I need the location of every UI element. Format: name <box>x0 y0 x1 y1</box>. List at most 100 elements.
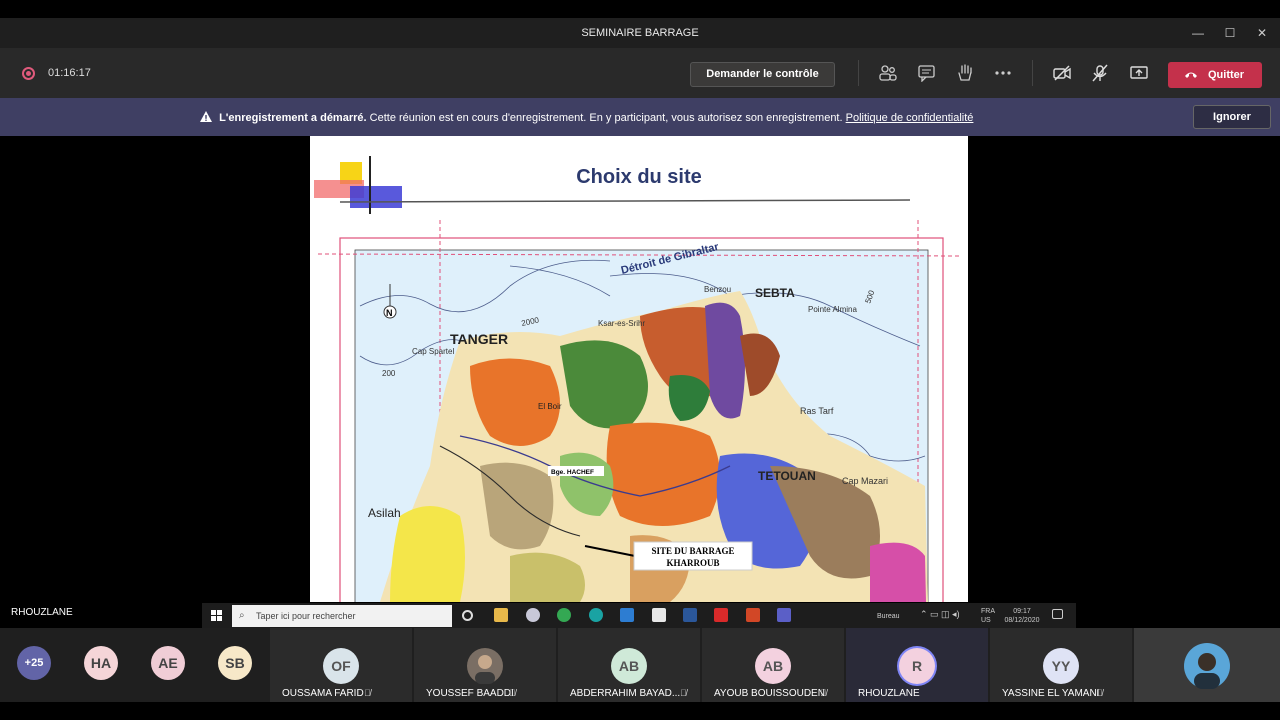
label-asilah: Asilah <box>368 506 401 520</box>
search-icon: ⌕ <box>239 610 245 621</box>
banner-title: L'enregistrement a démarré. <box>219 112 367 124</box>
window-title-bar: SEMINAIRE BARRAGE — ☐ ✕ <box>0 18 1280 48</box>
camera-off-icon[interactable] <box>1052 64 1072 82</box>
site-callout-line2: KHARROUB <box>666 558 719 568</box>
windows-start-icon <box>211 610 222 621</box>
label-benzou: Benzou <box>704 285 731 294</box>
participant-name: OUSSAMA FARID <box>282 688 364 699</box>
participant-tile-active[interactable]: R RHOUZLANE <box>846 628 988 702</box>
label-sebta: SEBTA <box>755 286 795 300</box>
self-view-tile[interactable] <box>1134 628 1280 702</box>
leave-button[interactable]: Quitter <box>1168 62 1262 88</box>
minimize-icon[interactable]: — <box>1188 24 1208 42</box>
participant-avatar: AB <box>611 648 647 684</box>
logo-square-blue <box>350 186 402 208</box>
mic-muted-icon: 🎙̸ <box>364 688 371 698</box>
share-screen-icon[interactable] <box>1129 64 1149 82</box>
participant-name: YOUSSEF BAADDI <box>426 688 514 699</box>
participant-avatar: OF <box>323 648 359 684</box>
close-icon[interactable]: ✕ <box>1252 24 1272 42</box>
meeting-toolbar: 01:16:17 Demander le contrôle Quitter <box>0 48 1280 98</box>
label-cap-mazari: Cap Mazari <box>842 476 888 486</box>
site-callout-line1: SITE DU BARRAGE <box>651 546 734 556</box>
cortana-icon <box>462 610 473 621</box>
label-tetouan: TETOUAN <box>758 469 816 483</box>
acrobat-icon <box>714 608 728 622</box>
chrome-icon <box>557 608 571 622</box>
warning-icon <box>200 111 212 122</box>
mic-off-icon[interactable] <box>1090 64 1110 82</box>
word-icon <box>683 608 697 622</box>
more-options-icon[interactable] <box>993 64 1013 82</box>
hang-up-icon <box>1185 72 1197 78</box>
request-control-button[interactable]: Demander le contrôle <box>690 62 835 87</box>
participant-avatar: R <box>899 648 935 684</box>
participant-avatar-ha[interactable]: HA <box>84 646 118 680</box>
mic-muted-icon: 🎙̸ <box>509 688 516 698</box>
participants-icon[interactable] <box>878 64 898 82</box>
geological-map: N Détroit de Gibraltar SEBTA TANGER TETO… <box>314 156 961 602</box>
banner-text: Cette réunion est en cours d'enregistrem… <box>369 112 843 124</box>
label-tanger: TANGER <box>450 331 508 347</box>
app-icon <box>589 608 603 622</box>
shared-taskbar: ⌕ Taper ici pour rechercher Bureau ⌃ ▭ ◫… <box>202 603 1076 628</box>
more-participants-badge[interactable]: +25 <box>17 646 51 680</box>
participant-name: YASSINE EL YAMANI <box>1002 688 1100 699</box>
participant-avatar: YY <box>1043 648 1079 684</box>
participant-avatar: AB <box>755 648 791 684</box>
participant-tile[interactable]: YY YASSINE EL YAMANI 🎙̸ <box>990 628 1132 702</box>
participant-name: ABDERRAHIM BAYAD... <box>570 688 681 699</box>
ignore-button[interactable]: Ignorer <box>1193 105 1271 129</box>
label-pointe-almina: Pointe Almina <box>808 305 857 314</box>
app-icon <box>620 608 634 622</box>
banner-message: L'enregistrement a démarré. Cette réunio… <box>200 111 973 124</box>
taskbar-search-placeholder: Taper ici pour rechercher <box>256 611 356 621</box>
self-view-photo <box>1184 643 1230 689</box>
window-title: SEMINAIRE BARRAGE <box>581 27 699 39</box>
participant-photo <box>467 648 503 684</box>
label-bge-hachef: Bge. HACHEF <box>551 469 594 476</box>
participant-tile[interactable]: OF OUSSAMA FARID 🎙̸ <box>270 628 412 702</box>
participant-name: RHOUZLANE <box>858 688 920 699</box>
store-icon <box>652 608 666 622</box>
participant-avatar-sb[interactable]: SB <box>218 646 252 680</box>
label-depth-200: 200 <box>382 369 396 378</box>
label-ras-tarf: Ras Tarf <box>800 406 834 416</box>
teams-icon <box>777 608 791 622</box>
raise-hand-icon[interactable] <box>955 64 975 82</box>
leave-label: Quitter <box>1208 69 1245 81</box>
participant-name: AYOUB BOUISSOUDEN <box>714 688 825 699</box>
tray-icons: ⌃ ▭ ◫ ◂) <box>920 609 960 619</box>
participant-tile[interactable]: AB AYOUB BOUISSOUDEN 🎙̸ <box>702 628 844 702</box>
slide-title: Choix du site <box>576 166 702 188</box>
meeting-timer: 01:16:17 <box>48 67 91 79</box>
label-ksar: Ksar-es-Srihr <box>598 319 645 328</box>
mic-muted-icon: 🎙̸ <box>680 688 687 698</box>
tray-desktop-label: Bureau <box>877 613 900 620</box>
taskbar-search: ⌕ Taper ici pour rechercher <box>232 605 452 627</box>
label-el-bohr: El Boir <box>538 402 562 411</box>
participant-tile[interactable]: YOUSSEF BAADDI 🎙̸ <box>414 628 556 702</box>
presenter-name: RHOUZLANE <box>11 607 73 618</box>
maximize-icon[interactable]: ☐ <box>1220 24 1240 42</box>
privacy-policy-link[interactable]: Politique de confidentialité <box>846 112 974 124</box>
tray-clock: 09:17 08/12/2020 <box>1004 608 1040 624</box>
recording-icon <box>22 67 35 80</box>
shared-slide: N Détroit de Gibraltar SEBTA TANGER TETO… <box>310 136 968 602</box>
toolbar-divider <box>1032 60 1033 86</box>
label-cap-spartel: Cap Spartel <box>412 347 454 356</box>
bottom-strip <box>0 702 1280 720</box>
tray-language: FRA US <box>981 608 995 624</box>
participant-tile[interactable]: AB ABDERRAHIM BAYAD... 🎙̸ <box>558 628 700 702</box>
toolbar-divider <box>858 60 859 86</box>
chat-icon[interactable] <box>917 64 937 82</box>
north-arrow-label: N <box>386 308 393 318</box>
recording-banner: L'enregistrement a démarré. Cette réunio… <box>0 98 1280 136</box>
mic-muted-icon: 🎙̸ <box>1096 688 1103 698</box>
app-icon <box>526 608 540 622</box>
participants-bar: +25 HA AE SB OF OUSSAMA FARID 🎙̸ YOUSSEF… <box>0 628 1280 702</box>
file-explorer-icon <box>494 608 508 622</box>
notification-icon <box>1052 609 1063 619</box>
participant-avatar-ae[interactable]: AE <box>151 646 185 680</box>
mic-muted-icon: 🎙̸ <box>820 688 827 698</box>
